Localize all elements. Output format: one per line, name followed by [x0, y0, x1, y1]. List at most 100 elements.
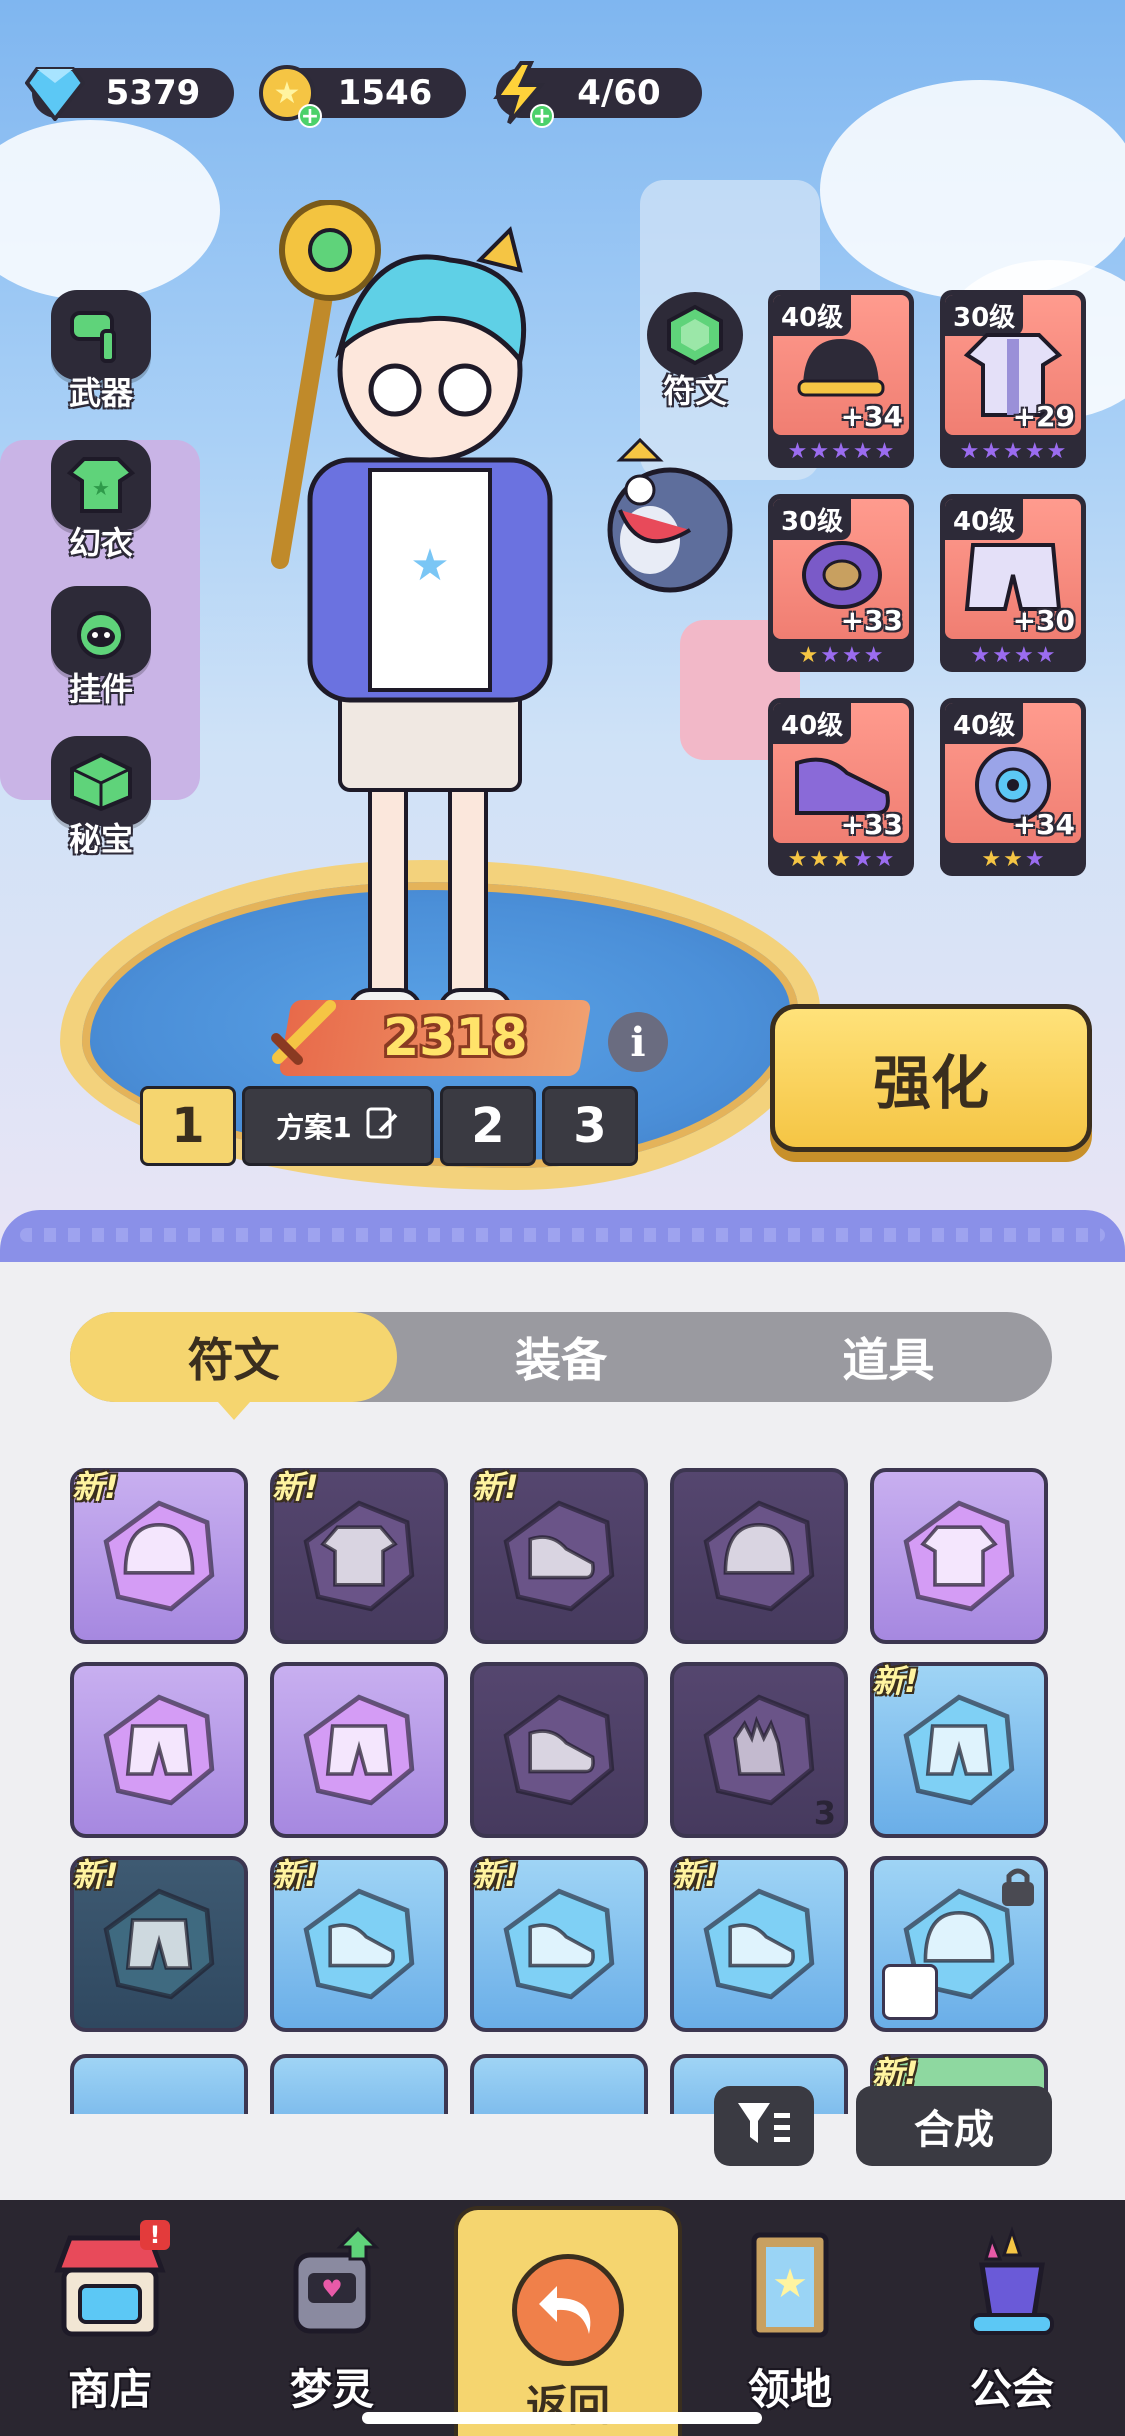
nav-back[interactable]: 返回 [454, 2206, 682, 2436]
equip-slot-shoe[interactable]: 40级 +33 ★ ★ ★ ★ ★ [768, 698, 914, 876]
pet-companion [580, 420, 750, 620]
inventory-slot[interactable] [470, 1662, 648, 1838]
tab-equipment[interactable]: 装备 [397, 1312, 724, 1402]
rune-button[interactable]: 符文 [640, 292, 750, 412]
inventory-grid: 新! 新! 新! 3 新! 新! 新! 新! 新! [70, 1468, 1050, 2032]
inventory-slot[interactable]: 新! [470, 1856, 648, 2032]
gem-counter[interactable]: 5379 [25, 67, 234, 121]
shoe-rune-icon [503, 1888, 615, 2000]
panel-top-edge [0, 1210, 1125, 1270]
equip-slot-wristband[interactable]: 30级 +33 ★ ★ ★ ★ [768, 494, 914, 672]
equip-stars: ★ ★ ★ ★ ★ [787, 847, 895, 872]
inventory-slot[interactable] [70, 2054, 248, 2114]
compose-button[interactable]: 合成 [856, 2086, 1052, 2166]
lock-icon [998, 1864, 1038, 1912]
side-menu-pendant[interactable]: 挂件 [36, 586, 166, 716]
preset-bar: 1 方案1 2 3 [140, 1086, 638, 1166]
coin-counter[interactable]: ★ + 1546 [259, 65, 466, 128]
equip-level: 40级 [945, 703, 1024, 744]
shirt-icon: ★ [51, 440, 151, 530]
tab-runes[interactable]: 符文 [70, 1312, 398, 1420]
jacket-rune-icon [303, 1500, 415, 1612]
inventory-slot[interactable] [870, 1468, 1048, 1644]
nav-shop[interactable]: ! 商店 [10, 2220, 210, 2436]
robot-icon: ♥ [267, 2220, 397, 2350]
rune-button-label: 符文 [662, 372, 727, 410]
side-menu-weapon[interactable]: 武器 [36, 290, 166, 420]
equip-slot-jacket[interactable]: 30级 +29 ★ ★ ★ ★ ★ [940, 290, 1086, 468]
inventory-slot[interactable]: 新! [70, 1468, 248, 1644]
preset-3-button[interactable]: 3 [542, 1086, 638, 1166]
guild-hat-icon [947, 2220, 1077, 2350]
nav-territory[interactable]: ★ 领地 [690, 2220, 890, 2436]
cube-icon [51, 736, 151, 826]
energy-counter[interactable]: + 4/60 [493, 61, 702, 128]
side-menu-label: 幻衣 [68, 524, 133, 562]
equip-slot-shorts[interactable]: 40级 +30 ★ ★ ★ ★ [940, 494, 1086, 672]
new-tag: 新! [472, 1468, 519, 1506]
hammer-icon [51, 290, 151, 380]
strengthen-button[interactable]: 强化 [770, 1004, 1092, 1152]
info-button[interactable]: i [608, 1012, 668, 1072]
tab-items[interactable]: 道具 [725, 1312, 1052, 1402]
shorts-rune-icon [903, 1694, 1015, 1806]
combat-power: 2318 [271, 1000, 592, 1076]
shorts-rune-icon [303, 1694, 415, 1806]
inventory-slot[interactable] [70, 1662, 248, 1838]
tab-label: 符文 [187, 1333, 280, 1387]
inventory-slot[interactable] [270, 2054, 448, 2114]
energy-value: 4/60 [577, 73, 661, 113]
side-menu-treasure[interactable]: 秘宝 [36, 736, 166, 866]
preset-name-button[interactable]: 方案1 [242, 1086, 434, 1166]
pendant-icon [51, 586, 151, 676]
inventory-slot[interactable] [270, 1662, 448, 1838]
preset-1-button[interactable]: 1 [140, 1086, 236, 1166]
coin-plus-icon[interactable]: + [298, 104, 322, 128]
inventory-tabs: 符文 装备 道具 [70, 1312, 1052, 1420]
inventory-slot[interactable]: 新! [470, 1468, 648, 1644]
equip-stars: ★ ★ ★ ★ ★ [959, 439, 1067, 464]
equip-bonus: +33 [840, 604, 903, 637]
inventory-slot[interactable] [870, 1856, 1048, 2032]
jacket-rune-icon [903, 1500, 1015, 1612]
diamond-icon [20, 58, 90, 128]
energy-plus-icon[interactable]: + [530, 104, 554, 128]
new-tag: 新! [872, 1662, 919, 1700]
nav-label: 领地 [747, 2365, 832, 2414]
inventory-slot[interactable]: 3 [670, 1662, 848, 1838]
nav-dream[interactable]: ♥ 梦灵 [232, 2220, 432, 2436]
helmet-icon [797, 339, 885, 397]
equip-slot-helmet[interactable]: 40级 +34 ★ ★ ★ ★ ★ [768, 290, 914, 468]
side-menu-label: 秘宝 [68, 820, 133, 858]
shoe-rune-icon [503, 1500, 615, 1612]
coin-icon: ★ + [252, 58, 322, 128]
filter-button[interactable] [714, 2086, 814, 2166]
nav-guild[interactable]: 公会 [912, 2220, 1112, 2436]
inventory-slot[interactable] [470, 2054, 648, 2114]
equip-bonus: +34 [840, 400, 903, 433]
side-menu-outfit[interactable]: ★ 幻衣 [36, 440, 166, 570]
info-icon: i [630, 1018, 646, 1066]
helmet-rune-icon [703, 1500, 815, 1612]
svg-text:★: ★ [410, 540, 449, 591]
svg-text:★: ★ [92, 476, 110, 500]
nav-label: 梦灵 [289, 2365, 374, 2414]
new-tag: 新! [72, 1856, 119, 1894]
strengthen-label: 强化 [872, 1049, 989, 1117]
inventory-slot[interactable]: 新! [270, 1856, 448, 2032]
equip-slot-orb[interactable]: 40级 +34 ★ ★ ★ [940, 698, 1086, 876]
home-indicator [362, 2412, 762, 2424]
inventory-slot[interactable]: 新! [670, 1856, 848, 2032]
inventory-slot[interactable]: 新! [70, 1856, 248, 2032]
inventory-slot[interactable]: 新! [870, 1662, 1048, 1838]
equip-level: 40级 [773, 703, 852, 744]
inventory-slot[interactable] [670, 1468, 848, 1644]
equip-level: 30级 [773, 499, 852, 540]
preset-2-button[interactable]: 2 [440, 1086, 536, 1166]
equip-stars: ★ ★ ★ ★ [970, 643, 1056, 668]
svg-text:★: ★ [772, 2261, 808, 2307]
tab-label: 道具 [842, 1333, 935, 1387]
equip-stars: ★ ★ ★ [981, 847, 1045, 872]
inventory-slot[interactable]: 新! [270, 1468, 448, 1644]
shoe-rune-icon [503, 1694, 615, 1806]
